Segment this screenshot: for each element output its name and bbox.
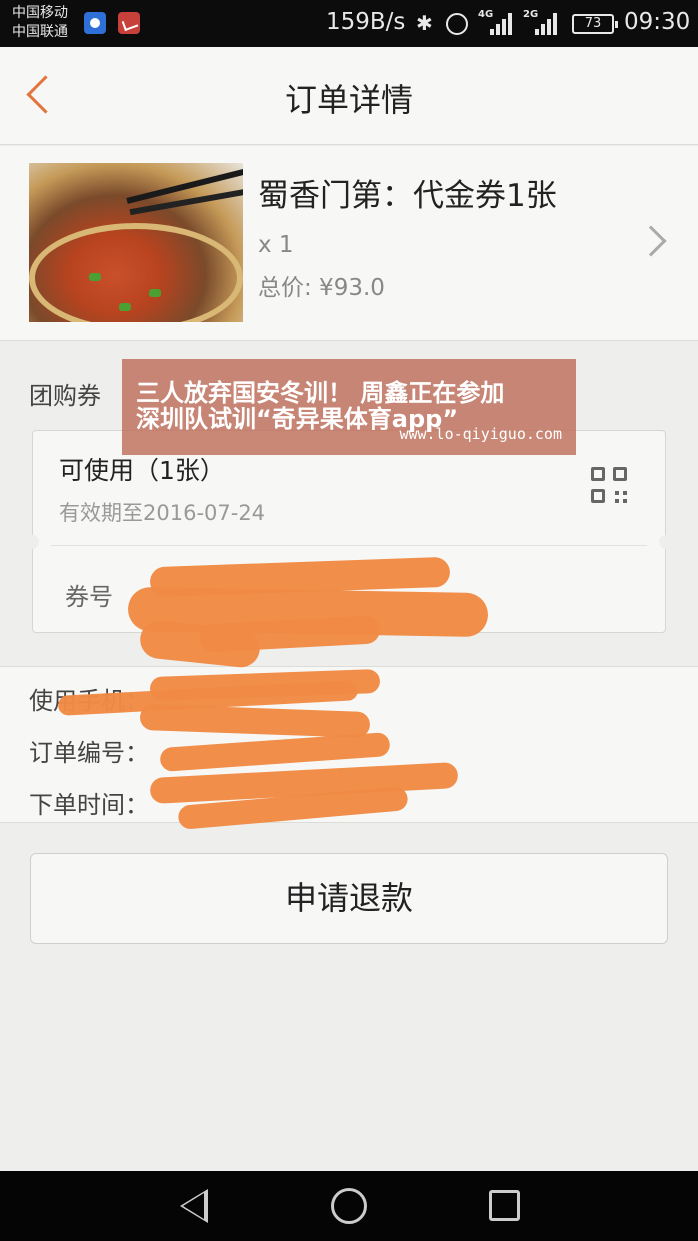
watermark-banner: 三人放弃国安冬训！ 周鑫正在参加 深圳队试训“奇异果体育app” www.lo-… <box>122 359 576 455</box>
product-total-price: 总价: ¥93.0 <box>258 275 385 301</box>
alarm-icon <box>446 13 468 35</box>
coupon-valid-date: 有效期至2016-07-24 <box>59 501 266 525</box>
product-image <box>29 163 243 322</box>
chevron-right-icon <box>635 225 667 257</box>
network-speed: 159B/s <box>326 9 406 35</box>
signal-4g-icon: 4G <box>478 9 518 37</box>
sig2-type: 2G <box>523 9 539 20</box>
product-quantity: x 1 <box>258 232 294 258</box>
nav-recent-apps-icon[interactable] <box>489 1190 520 1221</box>
system-nav-bar <box>0 1171 698 1241</box>
battery-icon: 73 <box>572 14 618 34</box>
page-title: 订单详情 <box>284 81 413 119</box>
product-name: 蜀香门第：代金券1张 <box>258 178 557 214</box>
coupon-status: 可使用（1张） <box>59 456 225 485</box>
qr-code-icon[interactable] <box>591 467 629 505</box>
baidu-app-icon <box>84 12 106 34</box>
status-bar: 中国移动 中国联通 159B/s ✱ 4G 2G 73 09:30 <box>0 0 698 47</box>
signal-2g-icon: 2G <box>523 9 563 37</box>
bluetooth-icon: ✱ <box>416 11 433 35</box>
order-number-label: 订单编号： <box>29 739 149 767</box>
watermark-url: www.lo-qiyiguo.com <box>399 425 562 443</box>
nav-home-icon[interactable] <box>331 1188 367 1224</box>
carrier-2: 中国联通 <box>12 24 68 40</box>
sig1-type: 4G <box>478 9 494 20</box>
app-header: 订单详情 <box>0 47 698 145</box>
coupon-divider <box>51 545 647 546</box>
nav-back-icon[interactable] <box>180 1189 208 1223</box>
order-time-label: 下单时间： <box>29 791 149 819</box>
health-app-icon <box>118 12 140 34</box>
carrier-names: 中国移动 中国联通 <box>12 4 68 42</box>
coupon-section-label: 团购券 <box>29 382 101 410</box>
refund-button[interactable]: 申请退款 <box>30 853 668 944</box>
coupon-number-label: 券号 <box>65 583 113 611</box>
carrier-1: 中国移动 <box>12 5 68 21</box>
product-card[interactable]: 蜀香门第：代金券1张 x 1 总价: ¥93.0 <box>0 146 698 341</box>
clock: 09:30 <box>624 9 691 35</box>
